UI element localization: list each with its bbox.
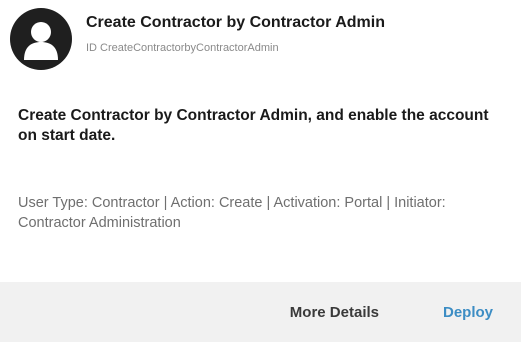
card-metadata: User Type: Contractor | Action: Create |… — [18, 195, 446, 231]
more-details-button[interactable]: More Details — [290, 304, 379, 321]
card-footer: More Details Deploy — [0, 282, 521, 342]
deploy-button[interactable]: Deploy — [443, 304, 493, 321]
card-header: Create Contractor by Contractor Admin ID… — [0, 0, 521, 80]
card-description: Create Contractor by Contractor Admin, a… — [18, 107, 489, 144]
card-id: ID CreateContractorbyContractorAdmin — [86, 42, 279, 54]
card-title: Create Contractor by Contractor Admin — [86, 14, 385, 31]
workflow-card: Create Contractor by Contractor Admin ID… — [0, 0, 521, 342]
user-silhouette-icon — [10, 8, 72, 70]
